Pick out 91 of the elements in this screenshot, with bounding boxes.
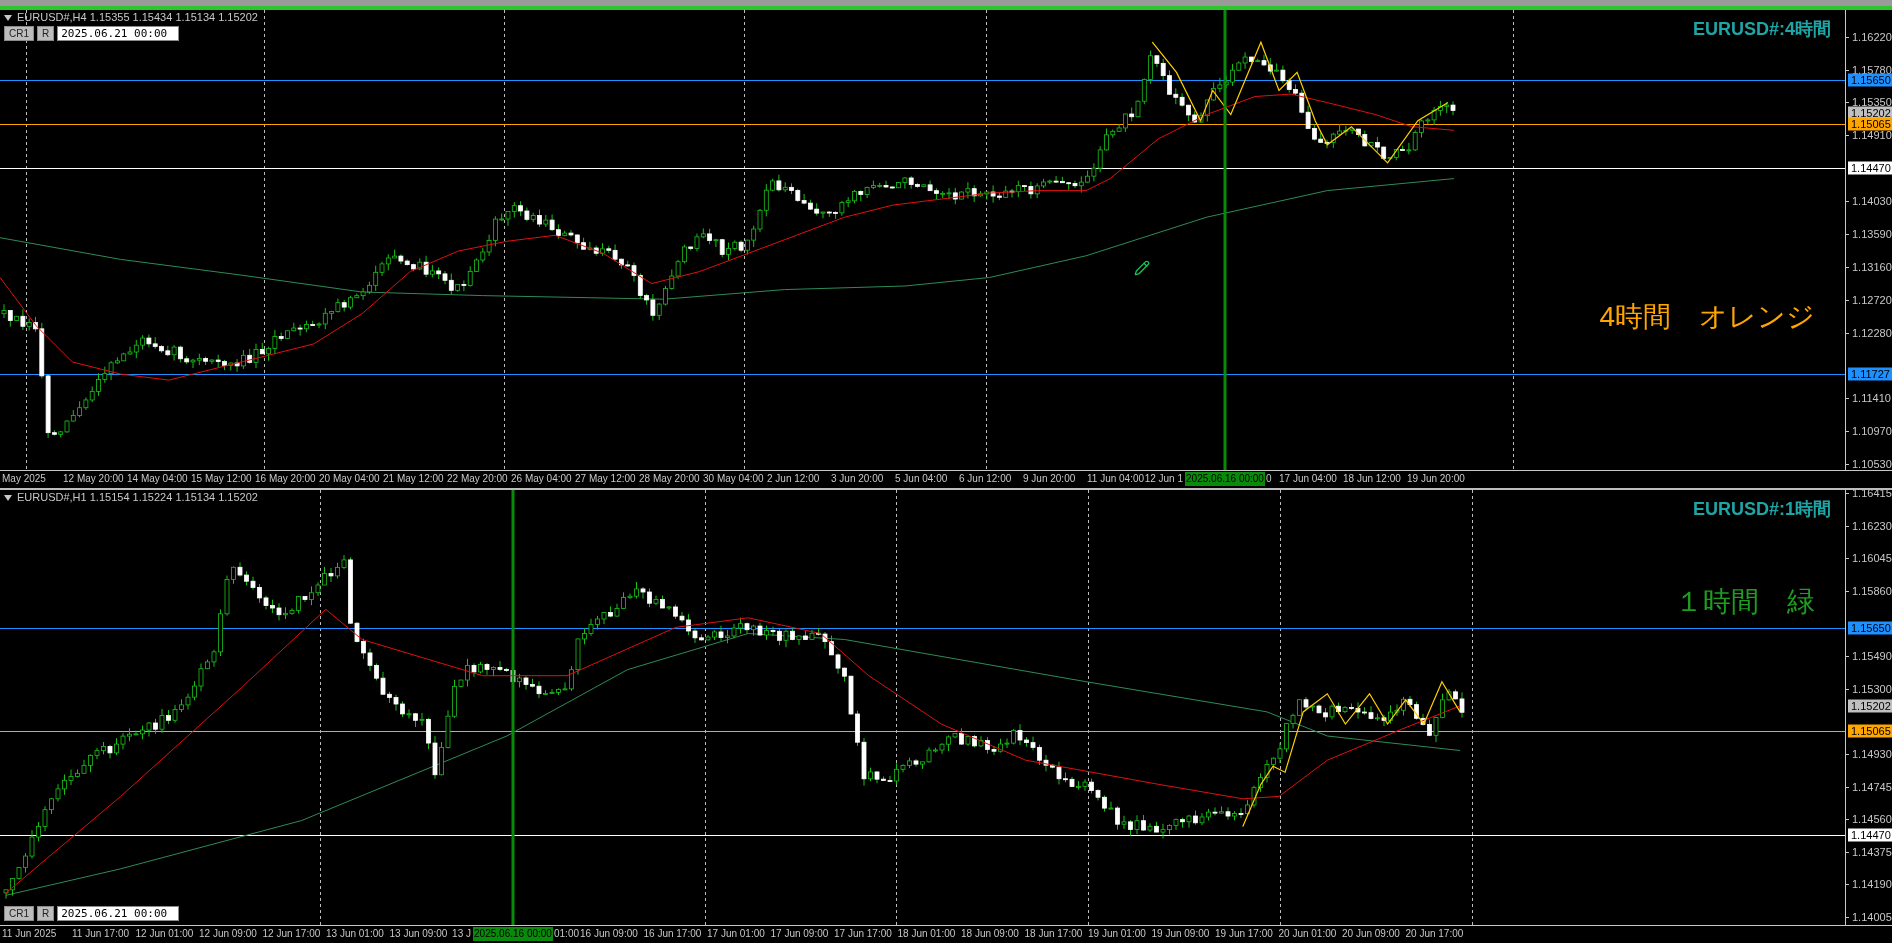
price-label: 1.15650 xyxy=(1848,621,1892,635)
time-label: 11 Jun 17:00 xyxy=(72,928,130,940)
chart-note: １時間 緑 xyxy=(1675,585,1815,619)
time-label: 12 Jun 17:00 xyxy=(262,928,321,940)
time-label: 5 Jun 04:00 xyxy=(895,473,948,485)
time-label: 13 Jun 01:00 xyxy=(326,928,384,940)
price-tick: 1.14930 xyxy=(1852,747,1892,761)
time-label: 12 Jun 01:00 xyxy=(135,928,194,940)
time-label: 12 Jun 09:00 xyxy=(199,928,257,940)
date-field[interactable]: 2025.06.21 00:00 xyxy=(57,906,180,921)
time-label: 12 Jun 1 xyxy=(1144,473,1183,485)
price-tick: 1.13590 xyxy=(1852,227,1892,241)
price-tick: 1.14560 xyxy=(1852,812,1892,826)
price-tick: 1.15300 xyxy=(1852,682,1892,696)
time-label: 19 Jun 17:00 xyxy=(1215,928,1273,940)
chart-button[interactable]: CR1 xyxy=(4,26,34,41)
price-label: 1.15065 xyxy=(1848,117,1892,131)
time-label: 15 May 12:00 xyxy=(191,473,252,485)
price-label: 1.11727 xyxy=(1848,367,1892,381)
time-label: 14 May 04:00 xyxy=(127,473,188,485)
time-label: 17 Jun 01:00 xyxy=(707,928,765,940)
price-tick: 1.15350 xyxy=(1852,95,1892,109)
price-tick: 1.15860 xyxy=(1852,584,1892,598)
time-label: 22 May 20:00 xyxy=(447,473,508,485)
price-label: 1.15202 xyxy=(1848,699,1892,713)
time-label: 16 Jun 09:00 xyxy=(580,928,638,940)
chart-button[interactable]: CR1 xyxy=(4,906,34,921)
time-label: 17 Jun 17:00 xyxy=(834,928,892,940)
time-label: 2 Jun 12:00 xyxy=(767,473,820,485)
price-tick: 1.15490 xyxy=(1852,649,1892,663)
chart-button[interactable]: R xyxy=(37,26,55,41)
time-label: 9 Jun 20:00 xyxy=(1023,473,1076,485)
chart-title: EURUSD#:1時間 xyxy=(1692,498,1831,520)
time-label: 13 Jun 09:00 xyxy=(389,928,448,940)
time-label: 30 May 04:00 xyxy=(703,473,764,485)
time-label: 21 May 12:00 xyxy=(383,473,444,485)
time-label: 26 May 04:00 xyxy=(511,473,572,485)
time-label: 20 May 04:00 xyxy=(319,473,380,485)
time-label: 18 Jun 01:00 xyxy=(897,928,956,940)
chart-header-text: EURUSD#,H4 1.15355 1.15434 1.15134 1.15202 xyxy=(17,11,258,24)
time-label: 16 Jun 17:00 xyxy=(643,928,702,940)
price-tick: 1.14745 xyxy=(1852,780,1892,794)
time-label: 19 Jun 20:00 xyxy=(1407,473,1465,485)
price-tick: 1.10530 xyxy=(1852,457,1892,470)
time-label: 6 Jun 12:00 xyxy=(959,473,1012,485)
time-label: 28 May 20:00 xyxy=(639,473,700,485)
time-label: 20 Jun 01:00 xyxy=(1278,928,1337,940)
price-tick: 1.14005 xyxy=(1852,910,1892,924)
price-tick: 1.16230 xyxy=(1852,519,1892,533)
time-label: 27 May 12:00 xyxy=(575,473,636,485)
time-label: 19 Jun 01:00 xyxy=(1088,928,1146,940)
time-label: 3 Jun 20:00 xyxy=(831,473,884,485)
chart-button[interactable]: R xyxy=(37,906,55,921)
price-tick: 1.14375 xyxy=(1852,845,1892,859)
time-label: 13 J xyxy=(452,928,471,940)
price-label: 1.14470 xyxy=(1848,828,1892,842)
price-tick: 1.13160 xyxy=(1852,260,1892,274)
price-tick: 1.14910 xyxy=(1852,128,1892,142)
price-tick: 1.14030 xyxy=(1852,194,1892,208)
time-label: 17 Jun 04:00 xyxy=(1279,473,1337,485)
time-label: 0 xyxy=(1266,473,1272,485)
time-label: 11 Jun 2025 xyxy=(2,928,57,940)
price-tick: 1.12720 xyxy=(1852,293,1892,307)
time-label: 20 Jun 17:00 xyxy=(1405,928,1464,940)
time-label: 18 Jun 09:00 xyxy=(961,928,1019,940)
price-label: 1.14470 xyxy=(1848,161,1892,175)
time-label: 19 Jun 09:00 xyxy=(1151,928,1210,940)
cursor-time-label: 2025.06.16 00:00 xyxy=(473,927,553,941)
time-label: 11 Jun 04:00 xyxy=(1087,473,1145,485)
price-tick: 1.16220 xyxy=(1852,30,1892,44)
time-label: 17 Jun 09:00 xyxy=(770,928,829,940)
time-label: 16 May 20:00 xyxy=(255,473,316,485)
chart-note: 4時間 オレンジ xyxy=(1599,300,1815,334)
time-label: 01:00 xyxy=(554,928,580,940)
time-label: 18 Jun 12:00 xyxy=(1343,473,1401,485)
price-label: 1.15065 xyxy=(1848,724,1892,737)
price-tick: 1.11410 xyxy=(1852,391,1891,405)
chart-title: EURUSD#:4時間 xyxy=(1692,18,1831,40)
time-label: 18 Jun 17:00 xyxy=(1024,928,1083,940)
time-label: 12 May 20:00 xyxy=(63,473,124,485)
time-label: May 2025 xyxy=(2,473,46,485)
price-label: 1.15650 xyxy=(1848,73,1892,87)
price-tick: 1.16045 xyxy=(1852,551,1892,565)
date-field[interactable]: 2025.06.21 00:00 xyxy=(57,26,180,41)
price-tick: 1.12280 xyxy=(1852,326,1892,340)
price-tick: 1.10970 xyxy=(1852,424,1892,438)
price-tick: 1.15780 xyxy=(1852,63,1892,76)
chart-header-text: EURUSD#,H1 1.15154 1.15224 1.15134 1.15202 xyxy=(17,491,258,504)
cursor-time-label: 2025.06.16 00:00 xyxy=(1185,472,1265,486)
price-tick: 1.14190 xyxy=(1852,877,1892,891)
time-label: 20 Jun 09:00 xyxy=(1342,928,1400,940)
